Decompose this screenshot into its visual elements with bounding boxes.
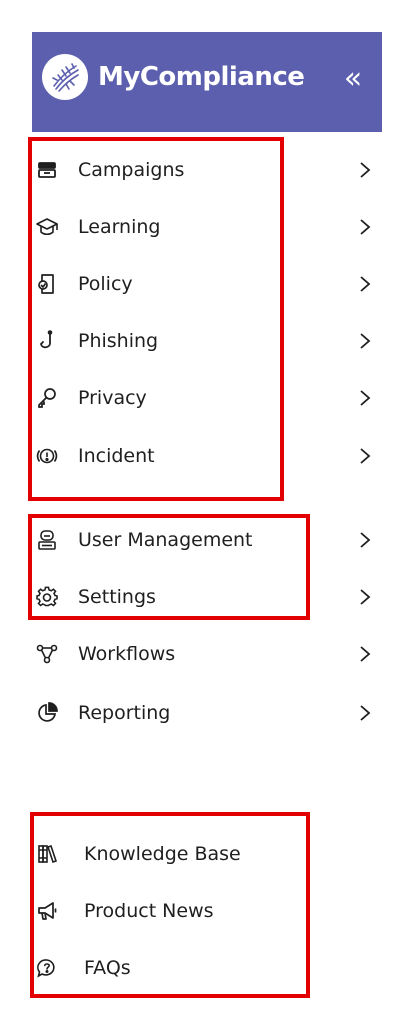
chevron-right-icon xyxy=(358,332,372,350)
sidebar-item-label: Settings xyxy=(78,586,156,608)
campaigns-icon xyxy=(36,159,58,181)
sidebar-item-label: Incident xyxy=(78,445,155,467)
user-management-icon xyxy=(36,529,58,551)
fishhook-icon xyxy=(36,330,58,352)
sidebar-item-faqs[interactable]: FAQs xyxy=(32,948,372,988)
key-icon xyxy=(36,387,58,409)
question-bubble-icon xyxy=(36,957,58,979)
chevron-right-icon xyxy=(358,161,372,179)
sidebar-item-label: Phishing xyxy=(78,330,159,352)
alert-icon xyxy=(36,445,58,467)
collapse-sidebar-button[interactable]: « xyxy=(338,62,368,96)
sidebar-item-settings[interactable]: Settings xyxy=(32,577,372,617)
brand-logo-icon[interactable] xyxy=(42,54,88,100)
sidebar-item-label: Campaigns xyxy=(78,159,185,181)
books-icon xyxy=(36,843,58,865)
brand-title: MyCompliance xyxy=(98,62,305,92)
chevron-right-icon xyxy=(358,275,372,293)
workflow-icon xyxy=(36,643,58,665)
sidebar-item-policy[interactable]: Policy xyxy=(32,264,372,304)
policy-document-icon xyxy=(36,273,58,295)
gear-icon xyxy=(36,586,58,608)
sidebar-item-label: User Management xyxy=(78,529,253,551)
sidebar-item-label: Privacy xyxy=(78,387,147,409)
sidebar-item-label: Learning xyxy=(78,216,161,238)
chevron-right-icon xyxy=(358,645,372,663)
sidebar-item-label: Product News xyxy=(84,900,214,922)
sidebar-item-label: FAQs xyxy=(84,957,131,979)
chevron-right-icon xyxy=(358,704,372,722)
sidebar-header: MyCompliance « xyxy=(32,32,382,132)
sidebar-item-knowledge-base[interactable]: Knowledge Base xyxy=(32,834,372,874)
sidebar-item-product-news[interactable]: Product News xyxy=(32,891,372,931)
sidebar-item-reporting[interactable]: Reporting xyxy=(32,693,372,733)
chevron-right-icon xyxy=(358,588,372,606)
chevron-right-icon xyxy=(358,531,372,549)
megaphone-icon xyxy=(36,900,58,922)
sidebar-item-phishing[interactable]: Phishing xyxy=(32,321,372,361)
sidebar-item-label: Policy xyxy=(78,273,133,295)
sidebar-item-learning[interactable]: Learning xyxy=(32,207,372,247)
pie-chart-icon xyxy=(36,702,58,724)
sidebar-item-workflows[interactable]: Workflows xyxy=(32,634,372,674)
sidebar-item-incident[interactable]: Incident xyxy=(32,436,372,476)
graduation-cap-icon xyxy=(36,216,58,238)
sidebar-item-user-management[interactable]: User Management xyxy=(32,520,372,560)
sidebar-item-label: Workflows xyxy=(78,643,176,665)
chevron-right-icon xyxy=(358,389,372,407)
chevron-right-icon xyxy=(358,218,372,236)
sidebar-item-label: Reporting xyxy=(78,702,171,724)
sidebar-item-privacy[interactable]: Privacy xyxy=(32,378,372,418)
chevron-right-icon xyxy=(358,447,372,465)
sidebar-item-campaigns[interactable]: Campaigns xyxy=(32,150,372,190)
sidebar-item-label: Knowledge Base xyxy=(84,843,241,865)
